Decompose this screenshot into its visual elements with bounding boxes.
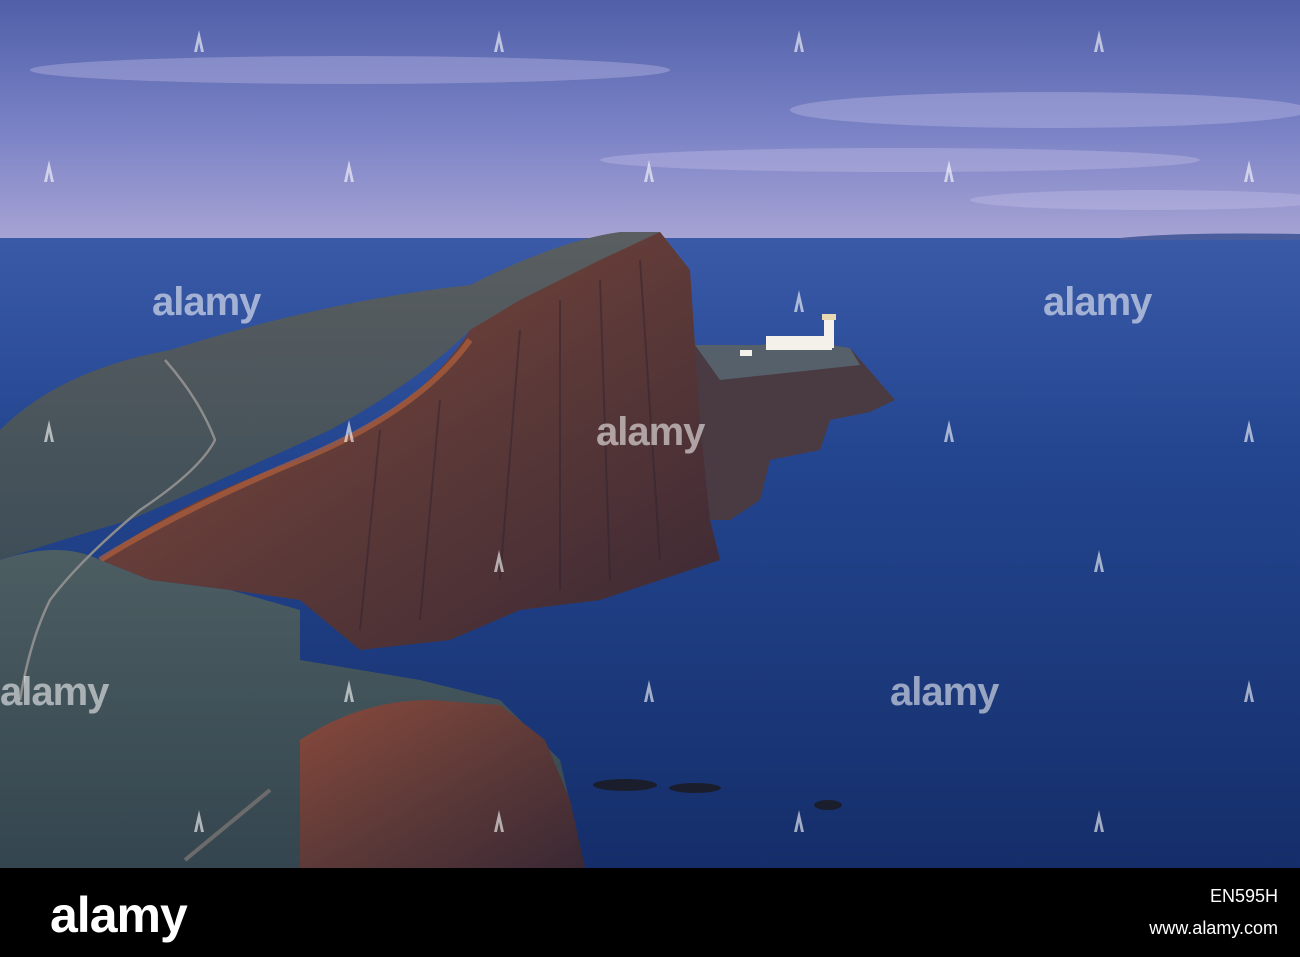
watermark-mark-icon: [944, 420, 954, 442]
watermark-mark-icon: [794, 290, 804, 312]
watermark-text: alamy: [1043, 280, 1152, 324]
watermark-mark-icon: [1244, 160, 1254, 182]
watermark-mark-icon: [944, 160, 954, 182]
watermark-mark-icon: [1094, 30, 1104, 52]
watermark-mark-icon: [494, 30, 504, 52]
watermark-mark-icon: [794, 30, 804, 52]
watermark-mark-icon: [1244, 680, 1254, 702]
watermark-mark-icon: [194, 810, 204, 832]
photo-page: alamy alamy alamy alamy alamy alamy EN59…: [0, 0, 1300, 957]
watermark-mark-icon: [44, 420, 54, 442]
watermark-text: alamy: [890, 670, 999, 714]
watermark-mark-icon: [644, 160, 654, 182]
watermark-mark-icon: [344, 420, 354, 442]
watermark-mark-icon: [44, 160, 54, 182]
footer-bar: alamy EN595H www.alamy.com: [0, 868, 1300, 957]
watermark-mark-icon: [1094, 810, 1104, 832]
watermark-mark-icon: [1094, 550, 1104, 572]
image-id: EN595H: [1209, 886, 1278, 906]
watermark-mark-icon: [494, 810, 504, 832]
footer-logo[interactable]: alamy: [50, 886, 188, 944]
watermark-mark-icon: [794, 810, 804, 832]
watermark-mark-icon: [194, 30, 204, 52]
watermark-text: alamy: [0, 670, 109, 714]
watermark-mark-icon: [494, 550, 504, 572]
watermark-mark-icon: [344, 680, 354, 702]
watermark-mark-icon: [344, 160, 354, 182]
watermark-mark-icon: [1244, 420, 1254, 442]
watermark-text: alamy: [152, 280, 261, 324]
photograph: alamy alamy alamy alamy alamy: [0, 0, 1300, 868]
watermark-mark-icon: [644, 680, 654, 702]
watermark-text: alamy: [596, 410, 705, 454]
site-url[interactable]: www.alamy.com: [1149, 918, 1278, 939]
